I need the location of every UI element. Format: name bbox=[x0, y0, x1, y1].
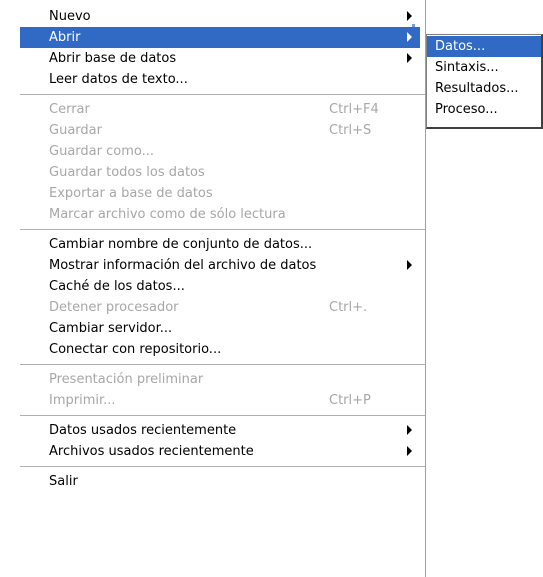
menu-item-label: Exportar a base de datos bbox=[49, 186, 213, 201]
menu-item-label: Leer datos de texto... bbox=[49, 72, 188, 87]
menu-item-label: Guardar todos los datos bbox=[49, 165, 205, 180]
file-menu: Nuevo Abrir Abrir base de datos Leer datos … bbox=[0, 0, 426, 577]
submenu-arrow-icon bbox=[407, 446, 412, 456]
submenu-arrow-icon bbox=[407, 53, 412, 63]
menu-item-label: Marcar archivo como de sólo lectura bbox=[49, 207, 286, 222]
open-submenu: Datos... Sintaxis... Resultados... Proceso.… bbox=[426, 34, 543, 129]
menu-item-shortcut: Ctrl+S bbox=[329, 123, 372, 138]
selection-corner-mark bbox=[412, 24, 415, 27]
menu-item-label: Guardar bbox=[49, 123, 102, 138]
menu-item-conectar-con-repositorio[interactable]: Conectar con repositorio... bbox=[20, 339, 420, 360]
menu-item-label: Abrir base de datos bbox=[49, 51, 177, 66]
file-menu-items: Nuevo Abrir Abrir base de datos Leer datos … bbox=[20, 6, 425, 492]
menu-item-abrir-base-de-datos[interactable]: Abrir base de datos bbox=[20, 48, 420, 69]
menu-separator bbox=[20, 90, 425, 99]
menu-item-imprimir: Imprimir... Ctrl+P bbox=[20, 390, 420, 411]
menu-item-label: Presentación preliminar bbox=[49, 372, 204, 387]
menu-item-guardar-como: Guardar como... bbox=[20, 141, 420, 162]
menu-item-presentacion-preliminar: Presentación preliminar bbox=[20, 369, 420, 390]
menu-item-cerrar: Cerrar Ctrl+F4 bbox=[20, 99, 420, 120]
menu-item-mostrar-informacion-del-archivo-de-datos[interactable]: Mostrar información del archivo de datos bbox=[20, 255, 420, 276]
menu-item-guardar: Guardar Ctrl+S bbox=[20, 120, 420, 141]
menu-separator bbox=[20, 225, 425, 234]
menu-item-archivos-usados-recientemente[interactable]: Archivos usados recientemente bbox=[20, 441, 420, 462]
submenu-item-datos[interactable]: Datos... bbox=[427, 36, 541, 57]
menu-item-label: Caché de los datos... bbox=[49, 279, 185, 294]
submenu-item-proceso[interactable]: Proceso... bbox=[427, 99, 541, 120]
menu-separator bbox=[20, 411, 425, 420]
menu-separator bbox=[20, 462, 425, 471]
submenu-arrow-icon bbox=[407, 32, 412, 42]
menu-item-exportar-a-base-de-datos: Exportar a base de datos bbox=[20, 183, 420, 204]
submenu-item-resultados[interactable]: Resultados... bbox=[427, 78, 541, 99]
menu-item-detener-procesador: Detener procesador Ctrl+. bbox=[20, 297, 420, 318]
menu-item-label: Datos usados recientemente bbox=[49, 423, 237, 438]
menu-item-nuevo[interactable]: Nuevo bbox=[20, 6, 420, 27]
menu-item-marcar-archivo-como-de-solo-lectura: Marcar archivo como de sólo lectura bbox=[20, 204, 420, 225]
submenu-arrow-icon bbox=[407, 11, 412, 21]
menu-item-label: Mostrar información del archivo de datos bbox=[49, 258, 317, 273]
menu-item-leer-datos-de-texto[interactable]: Leer datos de texto... bbox=[20, 69, 420, 90]
menu-item-cambiar-nombre-de-conjunto-de-datos[interactable]: Cambiar nombre de conjunto de datos... bbox=[20, 234, 420, 255]
menu-item-abrir[interactable]: Abrir bbox=[20, 27, 420, 48]
menu-item-label: Detener procesador bbox=[49, 300, 179, 315]
menu-item-label: Abrir bbox=[49, 30, 81, 45]
menu-item-datos-usados-recientemente[interactable]: Datos usados recientemente bbox=[20, 420, 420, 441]
submenu-arrow-icon bbox=[407, 260, 412, 270]
menu-item-label: Archivos usados recientemente bbox=[49, 444, 254, 459]
menu-separator bbox=[20, 360, 425, 369]
submenu-item-sintaxis[interactable]: Sintaxis... bbox=[427, 57, 541, 78]
menu-item-label: Guardar como... bbox=[49, 144, 154, 159]
menu-item-salir[interactable]: Salir bbox=[20, 471, 420, 492]
menu-item-label: Nuevo bbox=[49, 9, 91, 24]
menu-item-label: Cambiar nombre de conjunto de datos... bbox=[49, 237, 313, 252]
menu-item-label: Cambiar servidor... bbox=[49, 321, 173, 336]
menu-item-cache-de-los-datos[interactable]: Caché de los datos... bbox=[20, 276, 420, 297]
menu-item-label: Salir bbox=[49, 474, 78, 489]
menu-item-shortcut: Ctrl+P bbox=[329, 393, 371, 408]
menu-item-cambiar-servidor[interactable]: Cambiar servidor... bbox=[20, 318, 420, 339]
menu-item-guardar-todos-los-datos: Guardar todos los datos bbox=[20, 162, 420, 183]
menu-item-label: Conectar con repositorio... bbox=[49, 342, 222, 357]
menu-item-label: Imprimir... bbox=[49, 393, 116, 408]
menu-item-shortcut: Ctrl+. bbox=[329, 300, 368, 315]
submenu-arrow-icon bbox=[407, 425, 412, 435]
menu-item-label: Cerrar bbox=[49, 102, 90, 117]
menu-item-shortcut: Ctrl+F4 bbox=[329, 102, 379, 117]
screen: Nuevo Abrir Abrir base de datos Leer datos … bbox=[0, 0, 543, 577]
